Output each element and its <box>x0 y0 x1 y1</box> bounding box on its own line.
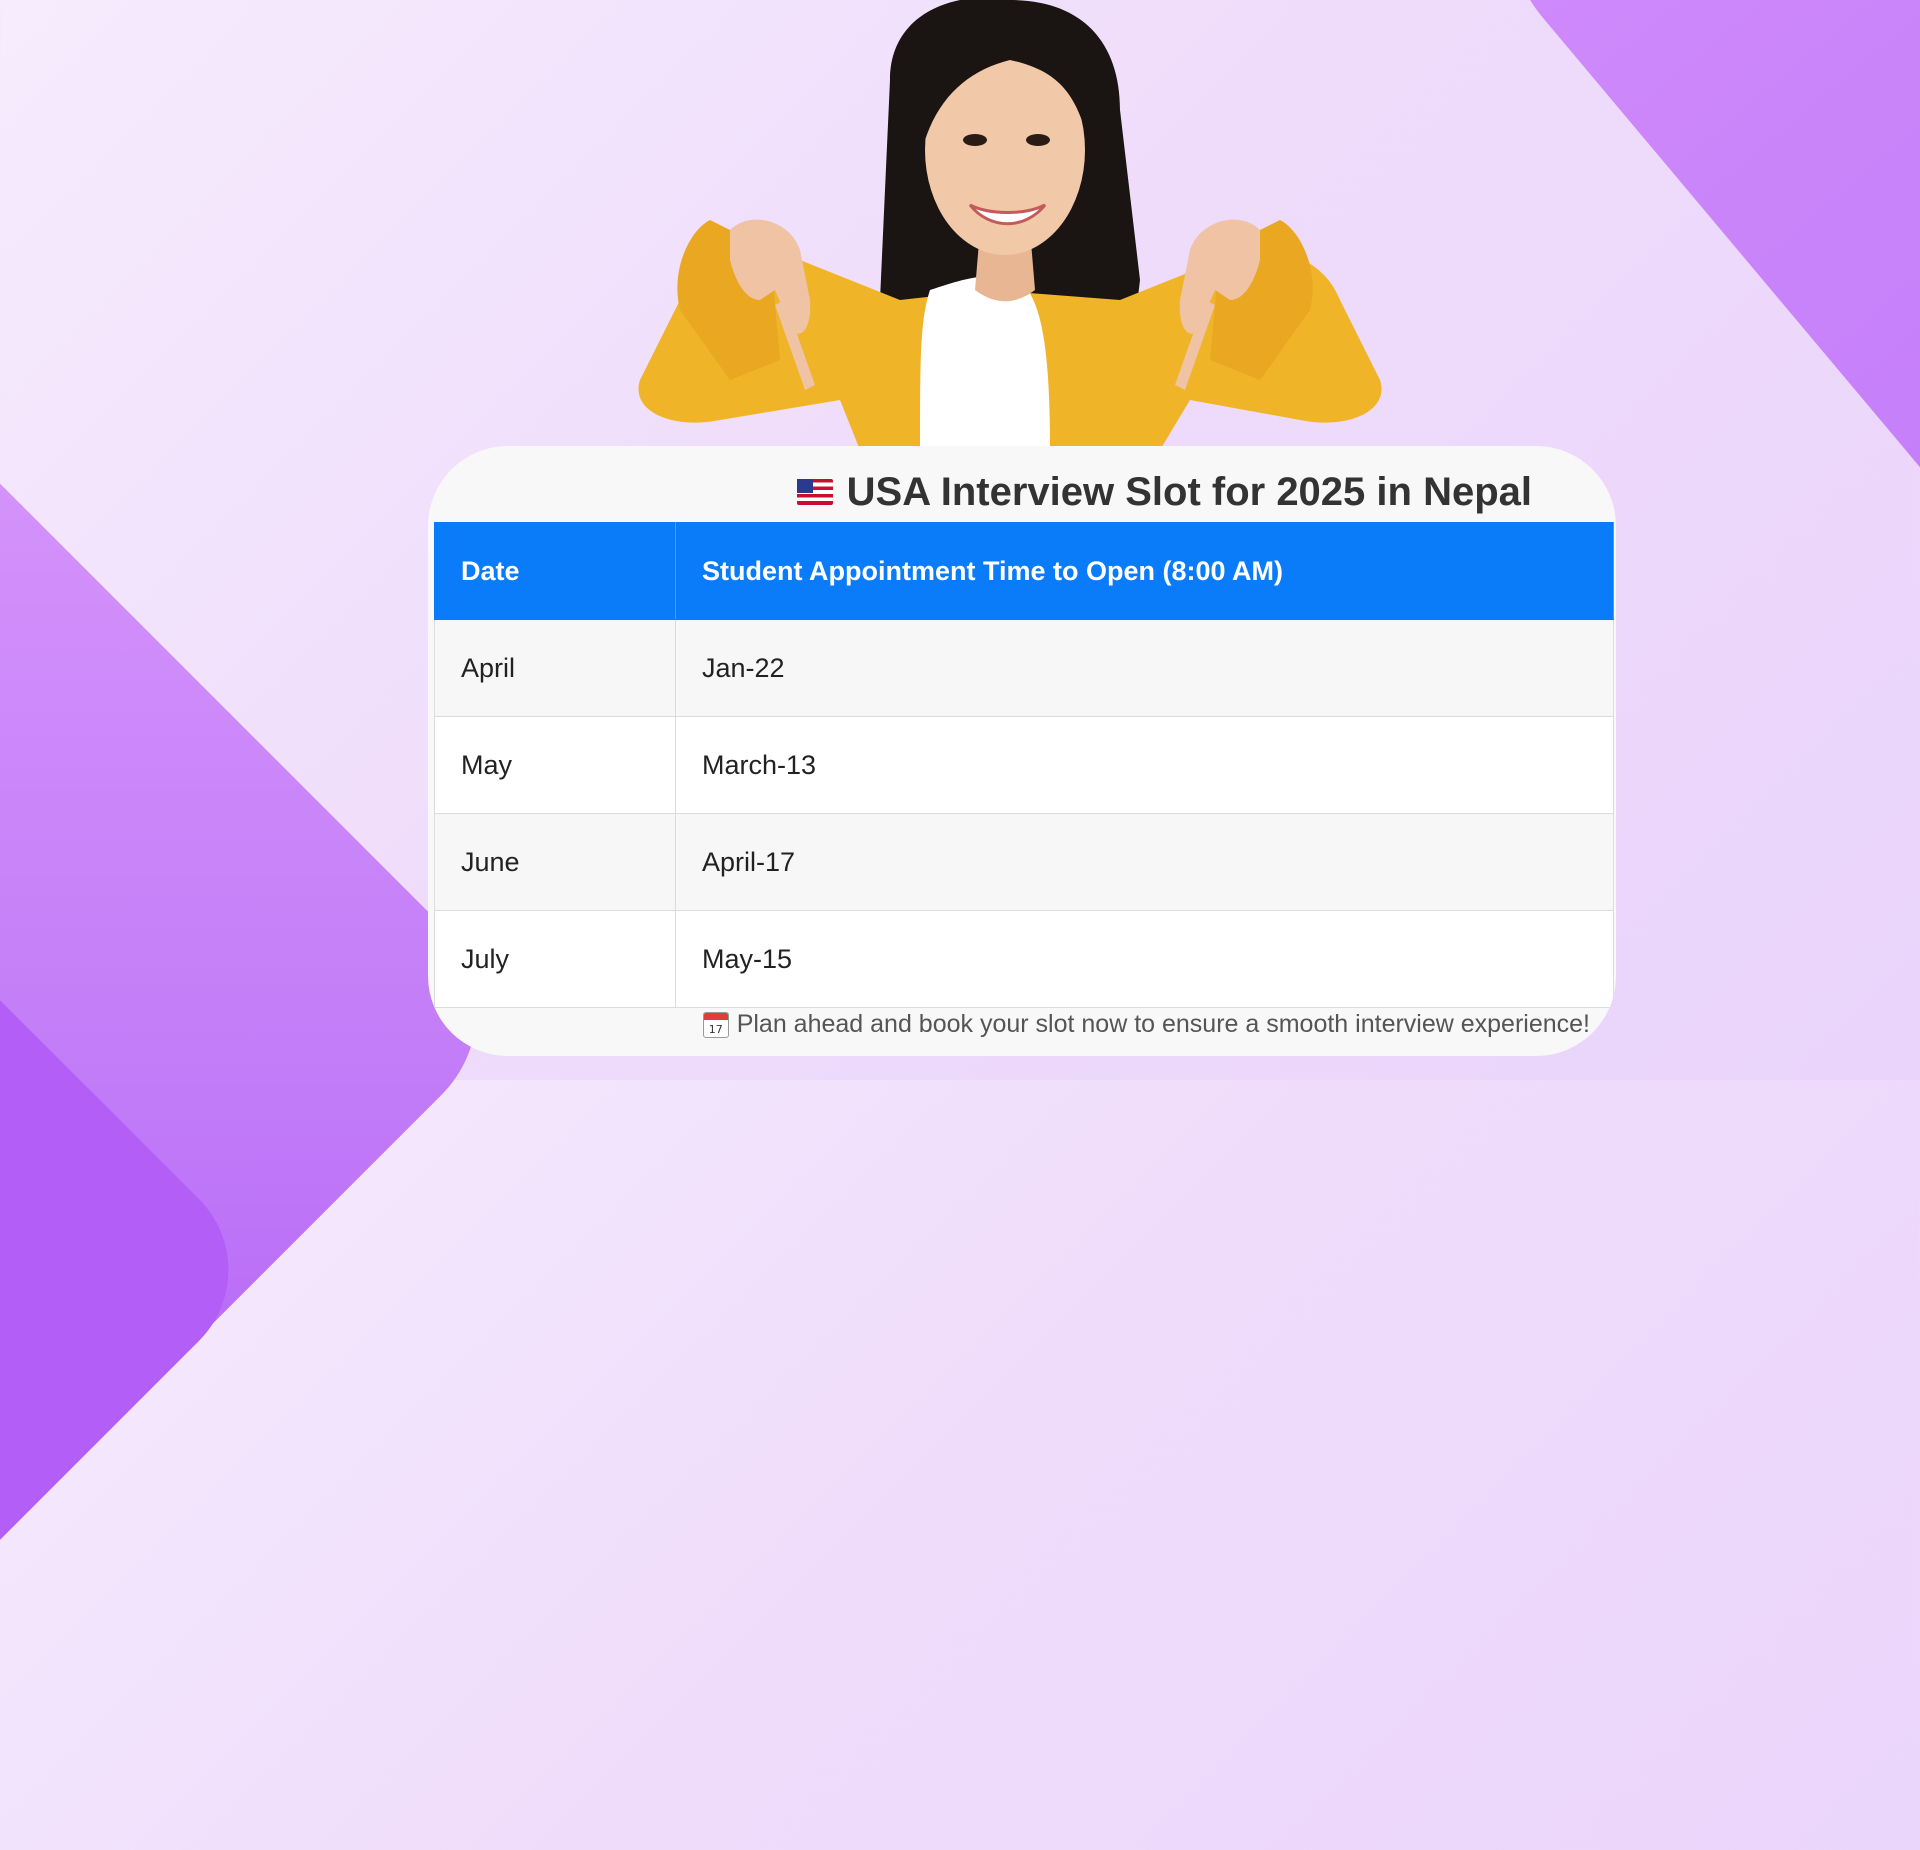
cell-date: June <box>434 813 676 911</box>
slot-table-wrapper: Date Student Appointment Time to Open (8… <box>434 522 1614 1008</box>
usa-flag-icon <box>796 479 833 505</box>
interview-slot-card: USA Interview Slot for 2025 in Nepal Dat… <box>428 446 1616 1056</box>
woman-pointing-down-image <box>638 0 1382 450</box>
cell-date: April <box>434 619 676 717</box>
card-title: USA Interview Slot for 2025 in Nepal <box>428 464 1616 520</box>
card-title-text: USA Interview Slot for 2025 in Nepal <box>846 469 1532 514</box>
header-date: Date <box>434 522 676 620</box>
table-row: May March-13 <box>434 716 1614 814</box>
slot-table: Date Student Appointment Time to Open (8… <box>434 522 1614 1008</box>
footer-note: 17 Plan ahead and book your slot now to … <box>702 1010 1590 1039</box>
header-appointment-time: Student Appointment Time to Open (8:00 A… <box>675 522 1614 620</box>
footer-note-text: Plan ahead and book your slot now to ens… <box>736 1010 1590 1038</box>
cell-date: July <box>434 910 676 1008</box>
table-row: June April-17 <box>434 813 1614 911</box>
table-row: April Jan-22 <box>434 619 1614 717</box>
calendar-icon: 17 <box>702 1011 729 1038</box>
cell-open-date: May-15 <box>675 910 1614 1008</box>
cell-open-date: April-17 <box>675 813 1614 911</box>
table-row: July May-15 <box>434 910 1614 1008</box>
cell-open-date: Jan-22 <box>675 619 1614 717</box>
cell-open-date: March-13 <box>675 716 1614 814</box>
cell-date: May <box>434 716 676 814</box>
table-header-row: Date Student Appointment Time to Open (8… <box>434 522 1614 620</box>
